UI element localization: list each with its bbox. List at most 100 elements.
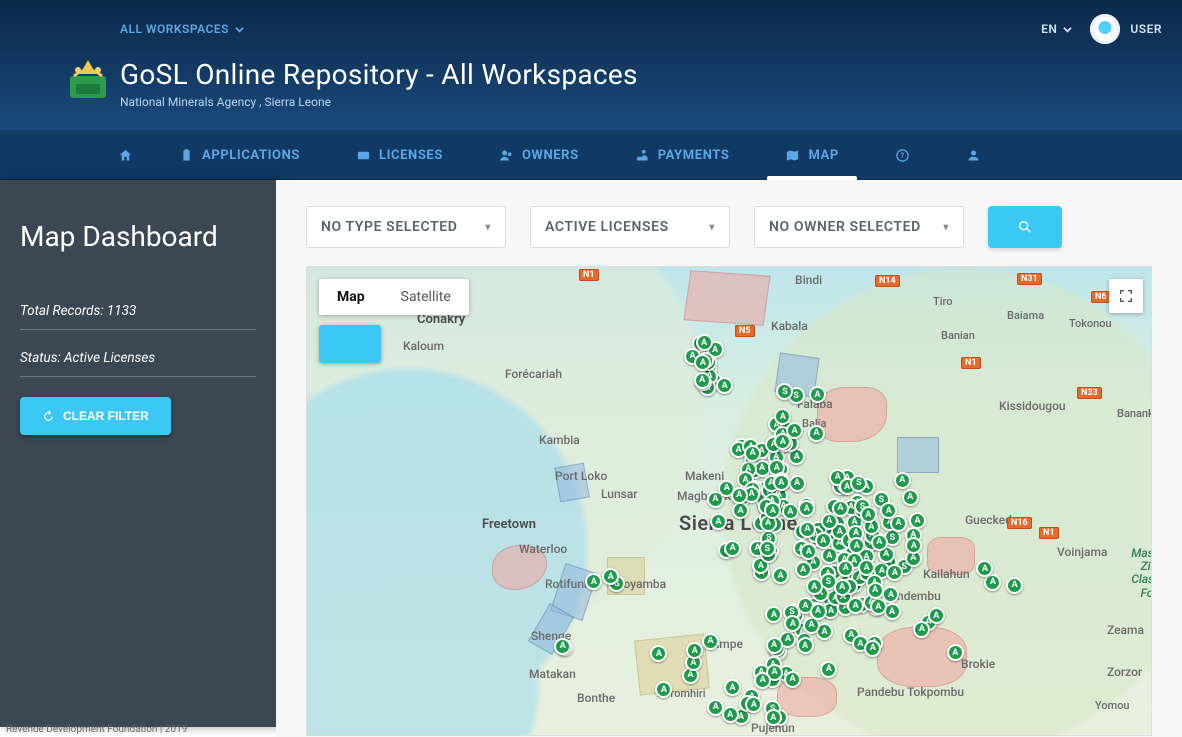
user-menu[interactable]: USER <box>1130 22 1162 36</box>
home-icon <box>118 148 133 163</box>
hand-money-icon <box>635 148 650 163</box>
license-marker[interactable]: A <box>894 472 911 489</box>
license-marker[interactable]: A <box>744 445 761 462</box>
place-label: Kissidougou <box>999 399 1066 413</box>
place-label: Forécariah <box>505 367 562 381</box>
license-marker[interactable]: A <box>765 709 782 726</box>
owner-filter-label: NO OWNER SELECTED <box>769 219 921 235</box>
nav-help[interactable]: ? <box>867 131 938 179</box>
license-marker[interactable]: A <box>1006 577 1023 594</box>
status-filter-dropdown[interactable]: ACTIVE LICENSES ▾ <box>530 206 730 248</box>
nav-applications-label: APPLICATIONS <box>202 148 300 163</box>
user-avatar-icon[interactable] <box>1090 14 1120 44</box>
type-filter-dropdown[interactable]: NO TYPE SELECTED ▾ <box>306 206 506 248</box>
license-marker[interactable]: A <box>902 489 919 506</box>
nav-applications[interactable]: APPLICATIONS <box>151 131 328 179</box>
license-marker[interactable]: A <box>810 603 827 620</box>
place-label: Kailahun <box>923 567 970 581</box>
help-icon: ? <box>895 148 910 163</box>
license-marker[interactable]: A <box>815 532 832 549</box>
nav-licenses[interactable]: LICENSES <box>328 131 471 179</box>
caret-down-icon: ▾ <box>943 222 949 233</box>
license-marker[interactable]: A <box>832 500 849 517</box>
place-label: Voinjama <box>1057 545 1107 559</box>
clipboard-icon <box>179 148 194 163</box>
license-marker[interactable]: A <box>947 644 964 661</box>
license-marker[interactable]: A <box>871 534 888 551</box>
primary-nav: APPLICATIONS LICENSES OWNERS PAYMENTS MA… <box>0 131 1182 180</box>
license-marker[interactable]: A <box>784 671 801 688</box>
chevron-down-icon <box>235 23 244 37</box>
status-filter-label: ACTIVE LICENSES <box>545 219 669 235</box>
license-marker[interactable]: A <box>797 637 814 654</box>
nav-licenses-label: LICENSES <box>379 148 443 163</box>
license-area[interactable] <box>817 387 887 442</box>
nav-map[interactable]: MAP <box>757 131 866 179</box>
road-shield: N16 <box>1007 517 1032 529</box>
license-marker[interactable]: S <box>759 540 776 557</box>
nav-home[interactable] <box>100 131 151 179</box>
header-top-bar: ALL WORKSPACES EN USER <box>0 14 1182 44</box>
filter-bar: NO TYPE SELECTED ▾ ACTIVE LICENSES ▾ NO … <box>306 206 1152 248</box>
license-marker[interactable]: A <box>702 633 719 650</box>
caret-down-icon: ▾ <box>485 222 491 233</box>
language-selector[interactable]: EN <box>1041 22 1072 36</box>
road-shield: N6 <box>1091 291 1111 303</box>
park-label: Massif du Ziama Classified Forest <box>1127 547 1152 600</box>
search-button[interactable] <box>988 206 1062 248</box>
svg-text:?: ? <box>900 152 904 160</box>
license-marker[interactable]: A <box>722 706 739 723</box>
workspace-dropdown[interactable]: ALL WORKSPACES <box>120 22 244 36</box>
place-label: Kaloum <box>403 339 444 353</box>
license-marker[interactable]: A <box>798 500 815 517</box>
license-marker[interactable]: A <box>782 503 799 520</box>
nav-owners[interactable]: OWNERS <box>471 131 607 179</box>
place-label: Banankoro <box>1117 407 1152 420</box>
license-marker[interactable]: A <box>696 334 713 351</box>
status-value: Active Licenses <box>64 350 155 366</box>
license-marker[interactable]: A <box>724 679 741 696</box>
license-marker[interactable]: A <box>745 696 762 713</box>
license-marker[interactable]: A <box>724 540 741 557</box>
license-marker[interactable]: A <box>694 372 711 389</box>
download-layers-button[interactable] <box>319 325 381 363</box>
license-marker[interactable]: A <box>886 564 903 581</box>
download-icon <box>342 336 358 352</box>
place-label: Lunsar <box>601 487 638 501</box>
map-type-map[interactable]: Map <box>319 279 383 315</box>
license-marker[interactable]: A <box>585 573 602 590</box>
place-label: Kambia <box>539 433 580 447</box>
license-marker[interactable]: A <box>820 661 837 678</box>
license-marker[interactable]: A <box>716 377 733 394</box>
owner-filter-dropdown[interactable]: NO OWNER SELECTED ▾ <box>754 206 964 248</box>
license-marker[interactable]: A <box>808 425 825 442</box>
place-label: Tokonou <box>1069 317 1112 330</box>
place-label: Banian <box>941 329 975 342</box>
nav-profile[interactable] <box>938 131 1009 179</box>
clear-filter-button[interactable]: CLEAR FILTER <box>20 397 171 435</box>
total-records-row: Total Records: 1133 <box>20 303 256 330</box>
license-marker[interactable]: A <box>773 474 790 491</box>
fullscreen-button[interactable] <box>1109 279 1143 313</box>
license-marker[interactable]: A <box>867 582 884 599</box>
license-marker[interactable]: A <box>789 475 806 492</box>
person-icon <box>966 148 981 163</box>
license-marker[interactable]: A <box>905 537 922 554</box>
license-marker[interactable]: A <box>731 487 748 504</box>
map-type-satellite[interactable]: Satellite <box>383 279 469 315</box>
license-marker[interactable]: A <box>766 637 783 654</box>
nav-payments[interactable]: PAYMENTS <box>607 131 758 179</box>
license-marker[interactable]: A <box>799 521 816 538</box>
license-area[interactable] <box>683 270 770 326</box>
license-marker[interactable]: A <box>834 579 851 596</box>
license-marker[interactable]: A <box>765 606 782 623</box>
license-marker[interactable]: A <box>554 638 571 655</box>
license-marker[interactable]: A <box>928 607 945 624</box>
map-canvas[interactable]: Map Satellite Conakry Kaloum Forécariah … <box>306 266 1152 736</box>
license-marker[interactable]: A <box>772 567 789 584</box>
license-marker[interactable]: A <box>795 561 812 578</box>
license-area[interactable] <box>897 437 939 473</box>
road-shield: N33 <box>1077 387 1102 399</box>
footer-text: Revenue Development Foundation | 2019 <box>6 724 187 735</box>
agency-crest-icon <box>64 56 112 104</box>
